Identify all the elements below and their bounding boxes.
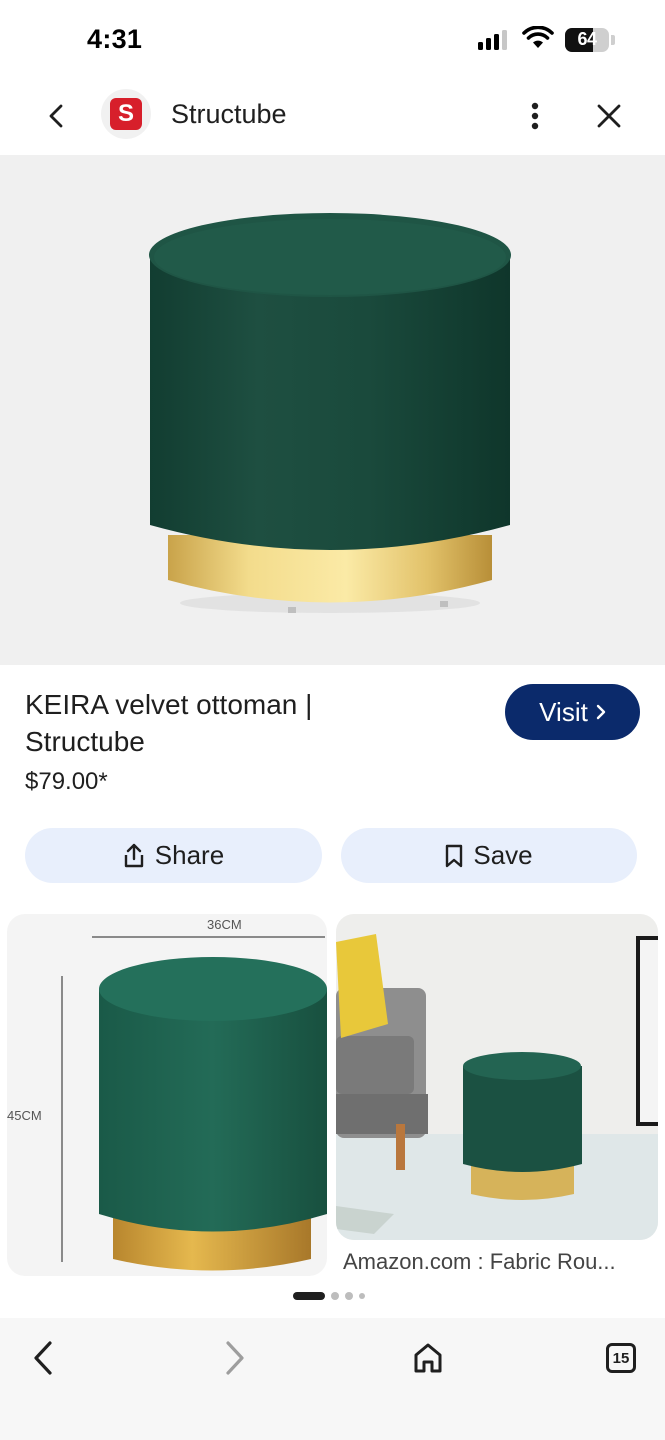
related-caption[interactable]: Amazon.com : Fabric Rou... <box>343 1249 648 1275</box>
bottom-nav: 15 <box>0 1318 665 1440</box>
chevron-right-icon <box>596 704 606 720</box>
nav-forward-button[interactable] <box>207 1330 263 1386</box>
more-options-button[interactable] <box>516 94 554 138</box>
close-button[interactable] <box>588 94 630 138</box>
dimension-width: 36CM <box>207 917 242 932</box>
save-button[interactable]: Save <box>341 828 637 883</box>
carousel-dot-active <box>293 1292 325 1300</box>
back-arrow-icon <box>49 104 63 128</box>
save-label: Save <box>473 840 533 870</box>
battery-icon: 64 <box>565 28 609 52</box>
related-image-room[interactable] <box>336 914 658 1240</box>
battery-percent: 64 <box>577 29 597 49</box>
share-button[interactable]: Share <box>25 828 322 883</box>
more-vert-icon <box>531 102 539 130</box>
battery-tip <box>611 35 615 45</box>
living-room-illustration <box>336 914 658 1240</box>
nav-back-button[interactable] <box>15 1330 71 1386</box>
bookmark-icon <box>446 844 463 867</box>
home-icon <box>414 1343 442 1373</box>
ottoman-dimension-illustration: 36CM 45CM <box>7 917 327 1271</box>
header: S Structube <box>0 80 665 152</box>
ottoman-illustration <box>149 213 511 613</box>
product-title[interactable]: KEIRA velvet ottoman | Structube <box>25 686 405 760</box>
status-bar: 4:31 64 <box>0 0 665 80</box>
forward-icon <box>226 1341 244 1375</box>
structube-logo: S <box>110 98 142 130</box>
site-name: Structube <box>171 99 287 129</box>
close-icon <box>597 104 621 128</box>
visit-button[interactable]: Visit <box>505 684 640 740</box>
related-image-dimensions[interactable]: 36CM 45CM <box>7 914 327 1276</box>
site-avatar: S <box>101 89 151 139</box>
share-icon <box>124 843 143 867</box>
back-icon <box>34 1341 52 1375</box>
share-label: Share <box>154 840 225 870</box>
carousel-dot <box>345 1292 353 1300</box>
product-price: $79.00* <box>25 768 108 795</box>
wifi-icon <box>522 26 554 48</box>
visit-label: Visit <box>539 696 588 727</box>
carousel-dot <box>359 1293 365 1299</box>
dimension-height: 45CM <box>7 1108 42 1123</box>
tabs-icon: 15 <box>606 1343 636 1373</box>
nav-home-button[interactable] <box>400 1330 456 1386</box>
status-time: 4:31 <box>87 24 143 54</box>
back-button[interactable] <box>36 96 76 136</box>
carousel-dot <box>331 1292 339 1300</box>
carousel-indicator <box>293 1292 365 1300</box>
cellular-signal-icon <box>478 30 507 50</box>
nav-tabs-button[interactable]: 15 <box>593 1330 649 1386</box>
product-image[interactable] <box>0 155 665 665</box>
